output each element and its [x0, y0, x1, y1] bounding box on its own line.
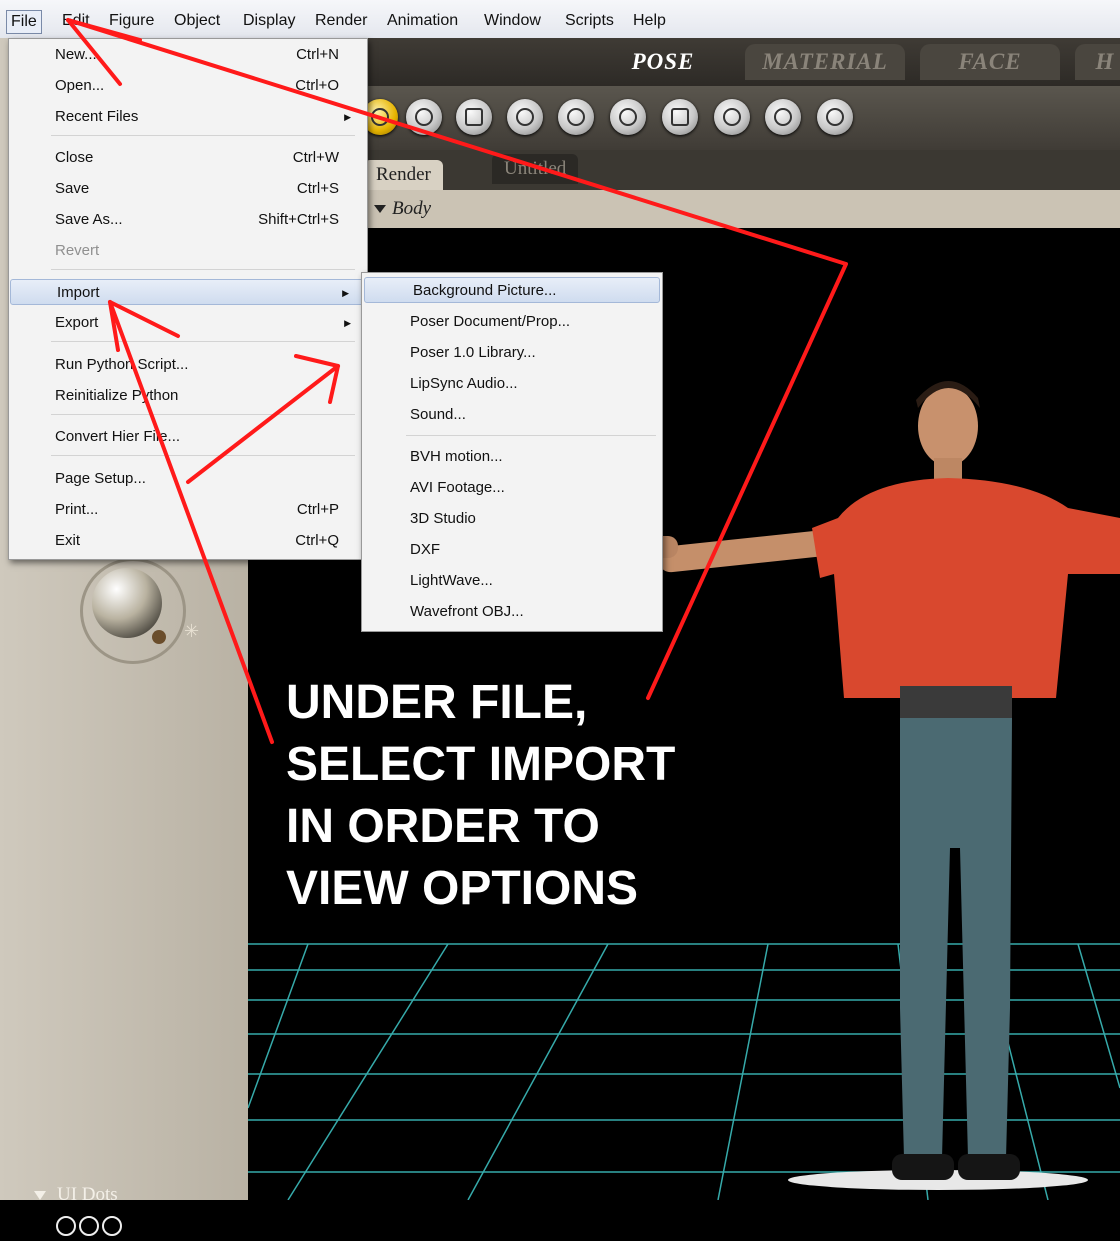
annotation-line: SELECT IMPORT: [286, 738, 676, 791]
menu-file[interactable]: File: [6, 10, 42, 34]
menu-item-reinitialize-python[interactable]: Reinitialize Python: [9, 383, 367, 409]
menu-separator: [51, 455, 355, 456]
color-icon: [671, 108, 689, 126]
menu-separator: [406, 435, 656, 436]
dropdown-triangle-icon: [374, 205, 386, 213]
menu-scripts[interactable]: Scripts: [565, 12, 614, 30]
menu-item-avi-footage[interactable]: AVI Footage...: [362, 475, 662, 501]
ui-dot[interactable]: [56, 1216, 76, 1236]
menu-separator: [51, 135, 355, 136]
menu-separator: [51, 269, 355, 270]
menu-item-bvh-motion[interactable]: BVH motion...: [362, 444, 662, 470]
menu-item-open[interactable]: Open... Ctrl+O: [9, 73, 367, 99]
tab-untitled[interactable]: Untitled: [492, 154, 579, 184]
ui-dots[interactable]: [56, 1216, 136, 1236]
submenu-arrow-icon: ▶: [342, 288, 349, 298]
file-menu: New... Ctrl+N Open... Ctrl+O Recent Files ▶…: [8, 38, 368, 560]
menu-item-page-setup[interactable]: Page Setup...: [9, 466, 367, 492]
menu-item-lightwave[interactable]: LightWave...: [362, 568, 662, 594]
menu-display[interactable]: Display: [243, 12, 295, 30]
light-sparkle-icon: ✳: [184, 621, 200, 641]
annotation-line: UNDER FILE,: [286, 676, 588, 729]
menu-render[interactable]: Render: [315, 12, 367, 30]
tab-hair[interactable]: H: [1075, 44, 1120, 80]
menu-item-recent-files[interactable]: Recent Files ▶: [9, 104, 367, 130]
taper-icon: [567, 108, 585, 126]
menu-item-print[interactable]: Print... Ctrl+P: [9, 497, 367, 523]
annotation-line: VIEW OPTIONS: [286, 862, 639, 915]
figure-selector-bar: Body: [360, 190, 1120, 229]
light-sphere-icon[interactable]: [92, 568, 162, 638]
light-handle[interactable]: [152, 630, 166, 644]
tool-chain-button[interactable]: [610, 99, 646, 135]
menu-item-export[interactable]: Export ▶: [9, 310, 367, 336]
rotate-icon: [371, 108, 389, 126]
menu-item-convert-hier-file[interactable]: Convert Hier File...: [9, 424, 367, 450]
menu-item-exit[interactable]: Exit Ctrl+Q: [9, 528, 367, 554]
tool-direct-manipulation-button[interactable]: [817, 99, 853, 135]
annotation-line: IN ORDER TO: [286, 800, 600, 853]
ui-dot[interactable]: [102, 1216, 122, 1236]
translate-icon: [465, 108, 483, 126]
menu-item-background-picture[interactable]: Background Picture...: [364, 277, 660, 303]
tool-twist-button[interactable]: [406, 99, 442, 135]
menu-window[interactable]: Window: [484, 12, 541, 30]
tool-scale-button[interactable]: [507, 99, 543, 135]
tool-color-button[interactable]: [662, 99, 698, 135]
magnifier-icon: [723, 108, 741, 126]
menu-separator: [51, 341, 355, 342]
body-selector[interactable]: Body: [392, 198, 431, 220]
menu-figure[interactable]: Figure: [109, 12, 154, 30]
menu-item-sound[interactable]: Sound...: [362, 402, 662, 428]
tool-view-magnifier-button[interactable]: [714, 99, 750, 135]
ui-dot[interactable]: [79, 1216, 99, 1236]
tool-taper-button[interactable]: [558, 99, 594, 135]
menu-item-import[interactable]: Import ▶: [10, 279, 366, 305]
menu-item-save[interactable]: Save Ctrl+S: [9, 176, 367, 202]
menu-item-3d-studio[interactable]: 3D Studio: [362, 506, 662, 532]
morph-icon: [774, 108, 792, 126]
tool-morph-button[interactable]: [765, 99, 801, 135]
menu-item-wavefront-obj[interactable]: Wavefront OBJ...: [362, 599, 662, 625]
twist-icon: [415, 108, 433, 126]
annotation-text: UNDER FILE, SELECT IMPORT IN ORDER TO VI…: [286, 672, 766, 920]
menu-edit[interactable]: Edit: [62, 12, 90, 30]
tab-pose[interactable]: POSE: [598, 44, 728, 80]
room-tab-bar: POSE MATERIAL FACE H: [360, 38, 1120, 86]
menu-bar: File Edit Figure Object Display Render A…: [0, 0, 1120, 39]
menu-separator: [51, 414, 355, 415]
scale-icon: [516, 108, 534, 126]
tab-material[interactable]: MATERIAL: [745, 44, 905, 80]
collapse-triangle-icon[interactable]: [34, 1191, 46, 1200]
menu-item-poser-document-prop[interactable]: Poser Document/Prop...: [362, 309, 662, 335]
menu-item-run-python-script[interactable]: Run Python Script...: [9, 352, 367, 378]
menu-item-new[interactable]: New... Ctrl+N: [9, 42, 367, 68]
tab-render[interactable]: Render: [364, 160, 443, 190]
menu-item-lipsync-audio[interactable]: LipSync Audio...: [362, 371, 662, 397]
menu-help[interactable]: Help: [633, 12, 666, 30]
submenu-arrow-icon: ▶: [344, 318, 351, 328]
tab-face[interactable]: FACE: [920, 44, 1060, 80]
submenu-arrow-icon: ▶: [344, 112, 351, 122]
menu-item-poser-library[interactable]: Poser 1.0 Library...: [362, 340, 662, 366]
tool-translate-button[interactable]: [456, 99, 492, 135]
chain-icon: [619, 108, 637, 126]
menu-item-save-as[interactable]: Save As... Shift+Ctrl+S: [9, 207, 367, 233]
ui-dots-label: UI Dots: [57, 1184, 118, 1205]
import-submenu: Background Picture... Poser Document/Pro…: [361, 272, 663, 632]
menu-object[interactable]: Object: [174, 12, 220, 30]
menu-item-close[interactable]: Close Ctrl+W: [9, 145, 367, 171]
menu-animation[interactable]: Animation: [387, 12, 458, 30]
editing-toolbar: [360, 86, 1120, 150]
menu-item-revert: Revert: [55, 242, 100, 259]
direct-manipulation-icon: [826, 108, 844, 126]
menu-item-dxf[interactable]: DXF: [362, 537, 662, 563]
document-tabs: Render Untitled: [360, 150, 1120, 190]
